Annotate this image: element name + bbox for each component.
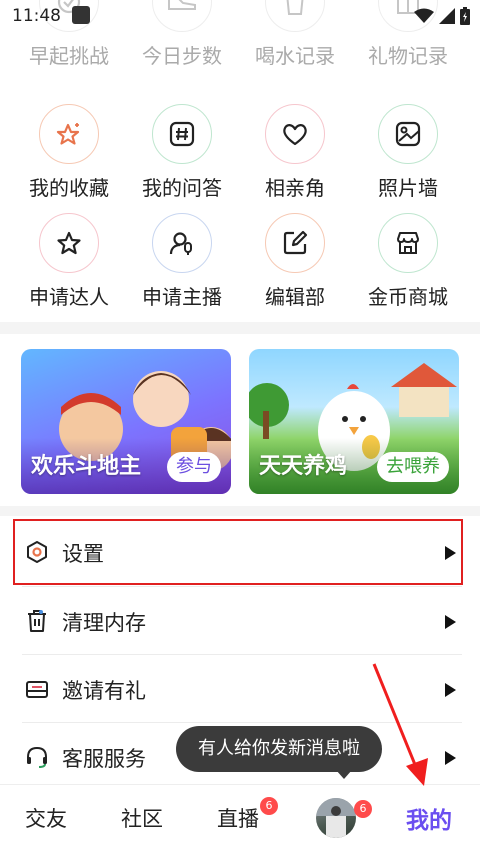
nav-tab-community[interactable]: 社区 — [121, 803, 163, 833]
grid-item-coin-store[interactable]: 金币商城 — [352, 213, 464, 310]
list-item-clear-memory[interactable]: 清理内存 — [0, 587, 480, 655]
headset-icon — [27, 746, 47, 768]
avatar[interactable] — [316, 798, 356, 838]
grid-label: 申请达人 — [29, 285, 109, 309]
notification-app-icon — [72, 6, 90, 24]
nav-tab-friends[interactable]: 交友 — [25, 803, 67, 833]
status-bar: 11:48 — [0, 0, 480, 34]
grid-item-favorites[interactable]: 我的收藏 — [13, 104, 125, 201]
banner-title: 欢乐斗地主 — [31, 454, 142, 479]
edit-icon — [265, 213, 325, 273]
grid-row-apply: 申请达人 申请主播 编辑部 金币商城 — [0, 213, 480, 323]
section-divider — [0, 506, 480, 516]
mail-icon — [26, 681, 48, 698]
grid-item-matchmaking[interactable]: 相亲角 — [239, 104, 351, 201]
grid-label: 礼物记录 — [368, 44, 448, 68]
grid-item-apply-streamer[interactable]: 申请主播 — [126, 213, 238, 310]
chevron-right-icon — [445, 683, 456, 697]
list-label: 客服服务 — [62, 747, 146, 771]
grid-label: 照片墙 — [378, 176, 438, 200]
grid-label: 相亲角 — [265, 176, 325, 200]
grid-label: 编辑部 — [265, 285, 325, 309]
game-banner-landlord[interactable]: 欢乐斗地主 参与 — [21, 349, 231, 494]
photo-icon — [378, 104, 438, 164]
grid-row-personal: 我的收藏 我的问答 相亲角 照片墙 — [0, 104, 480, 214]
grid-label: 金币商城 — [368, 285, 448, 309]
grid-label: 喝水记录 — [255, 44, 335, 68]
grid-label: 我的问答 — [142, 176, 222, 200]
grid-label: 早起挑战 — [29, 44, 109, 68]
trash-icon — [28, 610, 46, 632]
toast-pointer — [336, 770, 352, 779]
signal-icon — [439, 8, 455, 24]
banner-title: 天天养鸡 — [259, 454, 348, 479]
status-time: 11:48 — [12, 6, 61, 26]
grid-item-qa[interactable]: 我的问答 — [126, 104, 238, 201]
status-indicators — [414, 7, 470, 25]
avatar-photo — [316, 798, 356, 838]
nav-tab-me[interactable]: 我的 — [406, 801, 452, 835]
grid-label: 今日步数 — [142, 44, 222, 68]
chevron-right-icon — [445, 615, 456, 629]
nav-tab-live[interactable]: 直播 — [217, 803, 259, 833]
hashtag-icon — [152, 104, 212, 164]
heart-icon — [265, 104, 325, 164]
wifi-icon — [414, 8, 434, 23]
feed-button[interactable]: 去喂养 — [377, 452, 449, 482]
bottom-nav: 交友 社区 直播 6 我的 — [0, 784, 480, 853]
battery-icon — [460, 7, 470, 25]
grid-item-photo-wall[interactable]: 照片墙 — [352, 104, 464, 201]
avatar-badge: 6 — [354, 800, 372, 818]
live-badge: 6 — [260, 797, 278, 815]
highlight-annotation — [13, 519, 463, 585]
red-arrow-annotation — [372, 663, 428, 786]
star-outline-icon — [39, 213, 99, 273]
join-button[interactable]: 参与 — [167, 452, 221, 482]
list-label: 清理内存 — [62, 611, 146, 635]
list-label: 邀请有礼 — [62, 679, 146, 703]
grid-label: 我的收藏 — [29, 176, 109, 200]
section-divider — [0, 322, 480, 334]
user-mic-icon — [152, 213, 212, 273]
game-banner-chicken[interactable]: 天天养鸡 去喂养 — [249, 349, 459, 494]
grid-item-apply-expert[interactable]: 申请达人 — [13, 213, 125, 310]
grid-label: 申请主播 — [142, 285, 222, 309]
star-sparkle-icon — [39, 104, 99, 164]
store-icon — [378, 213, 438, 273]
grid-item-editorial[interactable]: 编辑部 — [239, 213, 351, 310]
chevron-right-icon — [445, 751, 456, 765]
new-message-toast[interactable]: 有人给你发新消息啦 — [176, 726, 382, 772]
